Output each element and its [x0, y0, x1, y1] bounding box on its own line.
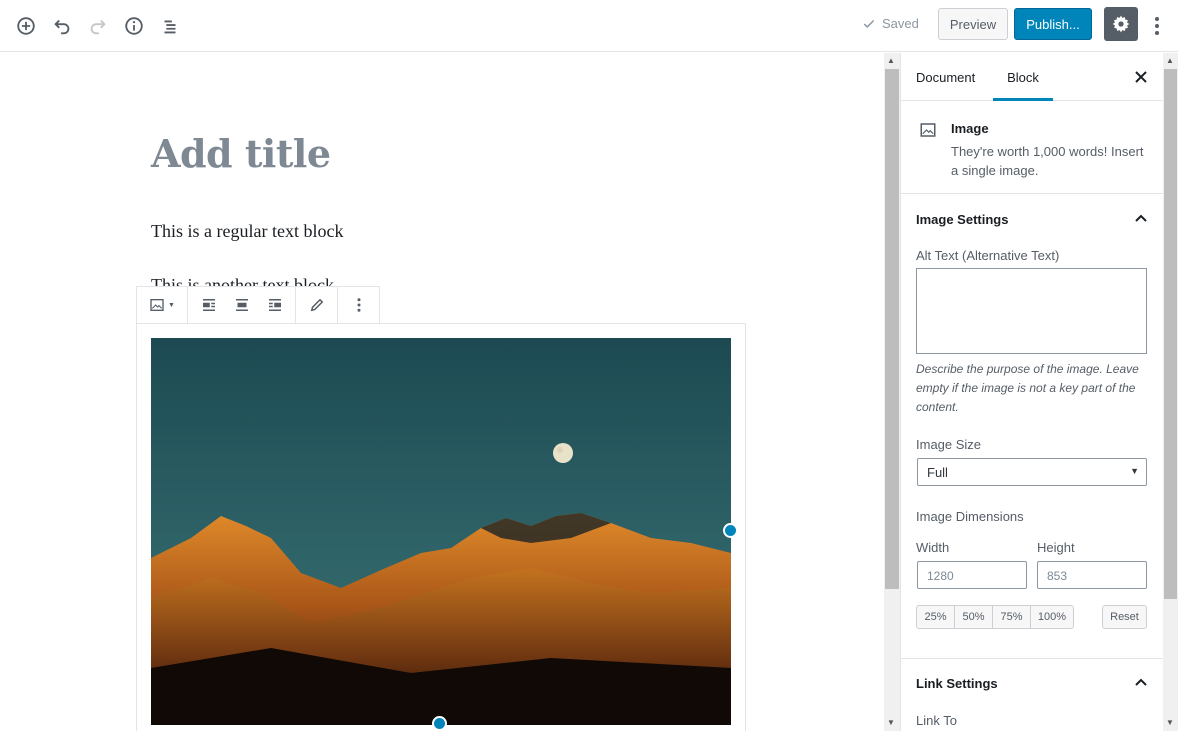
publish-button[interactable]: Publish...: [1014, 8, 1092, 40]
pencil-icon: [310, 298, 323, 312]
align-right-icon: [268, 299, 281, 311]
scroll-up-icon[interactable]: ▲: [1166, 57, 1174, 65]
scroll-down-icon[interactable]: ▼: [1166, 719, 1174, 727]
sidebar-tabs: Document Block: [901, 53, 1163, 101]
settings-sidebar: Document Block Image They're worth 1,000…: [900, 53, 1163, 731]
reset-button[interactable]: Reset: [1102, 605, 1147, 629]
align-left-button[interactable]: [192, 287, 225, 323]
plus-circle-icon[interactable]: [12, 12, 40, 40]
edit-image-button[interactable]: [300, 287, 333, 323]
editor-scrollbar[interactable]: ▲ ▼: [884, 53, 900, 731]
list-icon[interactable]: [156, 12, 184, 40]
close-icon[interactable]: [1131, 67, 1151, 87]
settings-button[interactable]: [1104, 7, 1138, 41]
chevron-up-icon: [1135, 214, 1147, 222]
sidebar-scrollbar[interactable]: ▲ ▼: [1163, 53, 1178, 731]
height-field[interactable]: 853: [1037, 561, 1147, 589]
image-icon: [150, 299, 164, 311]
undo-icon[interactable]: [48, 12, 76, 40]
image-icon: [920, 123, 936, 137]
block-name: Image: [951, 121, 989, 136]
image-size-value: Full: [927, 465, 948, 480]
image-settings-heading: Image Settings: [916, 211, 1009, 227]
height-label: Height: [1037, 540, 1075, 555]
block-type-switcher[interactable]: ▼: [141, 287, 183, 323]
tab-block[interactable]: Block: [993, 53, 1053, 101]
align-left-icon: [202, 299, 215, 311]
tab-document[interactable]: Document: [916, 53, 975, 101]
saved-status: Saved: [862, 16, 919, 31]
block-description: They're worth 1,000 words! Insert a sing…: [951, 144, 1144, 178]
align-center-button[interactable]: [225, 287, 258, 323]
chevron-up-icon: [1135, 678, 1147, 686]
size-percent-buttons: 25% 50% 75% 100%: [916, 605, 1074, 629]
image-size-select[interactable]: Full ▼: [917, 458, 1147, 486]
resize-handle-right[interactable]: [723, 523, 738, 538]
align-right-button[interactable]: [258, 287, 291, 323]
width-label: Width: [916, 540, 950, 555]
paragraph-block[interactable]: This is a regular text block: [151, 221, 343, 242]
check-icon: [863, 19, 875, 28]
block-more-options[interactable]: [342, 287, 375, 323]
image-dimensions-label: Image Dimensions: [916, 509, 1024, 524]
link-to-label: Link To: [916, 713, 957, 728]
redo-icon[interactable]: [84, 12, 112, 40]
editor-header: Saved Preview Publish...: [0, 0, 1178, 52]
more-vertical-icon[interactable]: [1146, 12, 1168, 40]
saved-label: Saved: [882, 16, 919, 31]
chevron-down-icon: ▼: [168, 301, 175, 309]
scroll-down-icon[interactable]: ▼: [887, 719, 895, 727]
scroll-up-icon[interactable]: ▲: [887, 57, 895, 65]
editor-canvas: Add title This is a regular text block T…: [0, 53, 884, 731]
image-block-image[interactable]: [151, 338, 731, 725]
width-field[interactable]: 1280: [917, 561, 1027, 589]
percent-25-button[interactable]: 25%: [917, 606, 955, 628]
info-icon[interactable]: [120, 12, 148, 40]
post-title-input[interactable]: Add title: [151, 131, 331, 176]
gear-icon: [1112, 15, 1130, 33]
alt-text-label: Alt Text (Alternative Text): [916, 248, 1060, 263]
chevron-down-icon: ▼: [1130, 466, 1139, 476]
block-card: Image They're worth 1,000 words! Insert …: [901, 102, 1163, 194]
image-settings-toggle[interactable]: Image Settings: [901, 195, 1163, 243]
percent-75-button[interactable]: 75%: [993, 606, 1031, 628]
alt-text-field[interactable]: [916, 268, 1147, 354]
block-toolbar: ▼: [136, 286, 380, 324]
alt-text-help: Describe the purpose of the image. Leave…: [916, 362, 1139, 414]
percent-100-button[interactable]: 100%: [1031, 606, 1073, 628]
percent-50-button[interactable]: 50%: [955, 606, 993, 628]
align-center-icon: [235, 299, 248, 311]
more-vertical-icon: [357, 298, 360, 312]
link-settings-toggle[interactable]: Link Settings: [901, 659, 1163, 707]
resize-handle-bottom[interactable]: [432, 716, 447, 731]
link-settings-heading: Link Settings: [916, 675, 998, 691]
sidebar-scrollbar-thumb[interactable]: [1164, 69, 1177, 599]
image-size-label: Image Size: [916, 437, 982, 452]
editor-scrollbar-thumb[interactable]: [885, 69, 899, 589]
preview-button[interactable]: Preview: [938, 8, 1008, 40]
